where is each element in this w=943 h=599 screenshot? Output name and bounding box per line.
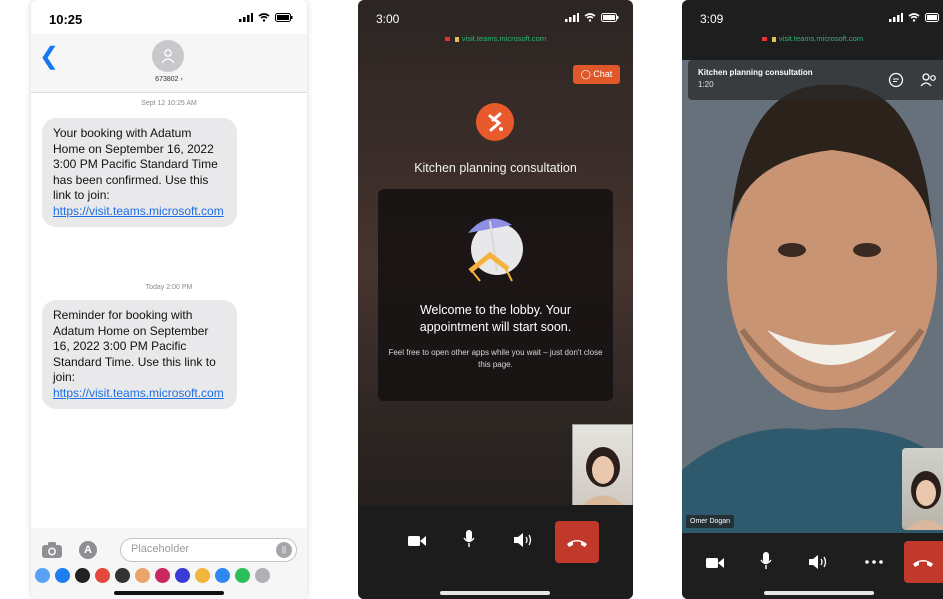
conversation-header: ❮ 673802 › (31, 34, 307, 93)
home-indicator (764, 591, 874, 595)
chat-button-label: Chat (593, 69, 613, 79)
lobby-card: Welcome to the lobby. Your appointment w… (378, 189, 613, 401)
message-link[interactable]: https://visit.teams.microsoft.com (53, 204, 224, 218)
participants-icon[interactable] (920, 72, 938, 88)
lock-icon (454, 36, 459, 42)
browser-url-bar[interactable]: visit.teams.microsoft.com (358, 34, 633, 43)
speaker-icon[interactable] (809, 555, 829, 569)
wifi-icon (584, 13, 596, 22)
status-time: 3:00 (376, 12, 400, 26)
status-icons (565, 13, 619, 22)
hang-up-button[interactable] (555, 521, 599, 563)
more-apps-icon[interactable] (255, 568, 270, 583)
status-bar: 10:25 (31, 0, 307, 34)
back-chevron-icon[interactable]: ❮ (39, 42, 59, 71)
app-store-app-icon[interactable] (55, 568, 70, 583)
recording-icon (444, 37, 450, 42)
photos-app-icon[interactable] (35, 568, 50, 583)
more-options-icon[interactable] (865, 560, 883, 564)
camera-icon[interactable] (41, 541, 63, 559)
app-clip-icon[interactable] (115, 568, 130, 583)
battery-icon (275, 13, 293, 22)
chat-icon[interactable] (888, 72, 904, 88)
url-text: visit.teams.microsoft.com (461, 34, 547, 43)
message-input-placeholder: Placeholder (131, 543, 190, 555)
composer-bar: A Placeholder || (31, 528, 307, 599)
person-icon (161, 49, 175, 64)
self-video-preview[interactable] (572, 424, 633, 507)
call-screen: 3:09 visit.teams.microsoft.com Kitchen p… (682, 0, 943, 599)
self-video-person-image (581, 447, 625, 506)
meeting-title: Kitchen planning consultation (414, 161, 577, 175)
app-drawer (35, 568, 270, 583)
images-app-icon[interactable] (195, 568, 210, 583)
status-time: 3:09 (700, 12, 724, 26)
browser-url-bar[interactable]: visit.teams.microsoft.com (682, 34, 943, 43)
call-controls (358, 505, 633, 599)
meeting-title: Kitchen planning consultation (698, 68, 813, 77)
call-duration: 1:20 (698, 80, 714, 89)
bookings-logo-icon (488, 112, 503, 132)
signal-icon (239, 13, 253, 22)
wifi-icon (908, 13, 920, 22)
message-link[interactable]: https://visit.teams.microsoft.com (53, 386, 224, 400)
activity-app-icon[interactable] (95, 568, 110, 583)
signal-icon (565, 13, 579, 22)
self-video-preview[interactable] (902, 448, 943, 530)
chat-bubble-icon: ◯ (580, 69, 591, 79)
signal-icon (889, 13, 903, 22)
message-text: Reminder for booking with Adatum Home on… (53, 308, 216, 384)
messages-screen: 10:25 ❮ 673802 › Sept 12 10:25 AM Your b… (31, 0, 307, 599)
speaker-icon[interactable] (514, 533, 534, 547)
find-my-app-icon[interactable] (235, 568, 250, 583)
hang-up-button[interactable] (904, 541, 943, 583)
meeting-info-bar: Kitchen planning consultation 1:20 (688, 60, 943, 100)
microphone-icon[interactable] (463, 530, 475, 548)
app-store-icon[interactable]: A (79, 541, 97, 559)
message-timestamp: Sept 12 10:25 AM (141, 100, 197, 107)
digital-touch-app-icon[interactable] (175, 568, 190, 583)
call-controls (682, 533, 943, 599)
contact-name[interactable]: 673802 › (31, 76, 307, 83)
message-input[interactable]: Placeholder || (120, 538, 297, 562)
hang-up-phone-icon (567, 540, 587, 547)
participant-name-label: Omer Dogan (686, 515, 735, 528)
status-bar: 3:00 (358, 0, 633, 34)
home-indicator (114, 591, 224, 595)
recording-icon (761, 37, 767, 42)
lock-icon (771, 36, 776, 42)
message-bubble: Reminder for booking with Adatum Home on… (42, 300, 237, 409)
camera-toggle-icon[interactable] (706, 557, 724, 569)
audio-message-icon[interactable]: || (276, 542, 292, 558)
status-icons (239, 13, 293, 22)
stickers-app-icon[interactable] (155, 568, 170, 583)
lobby-screen: 3:00 visit.teams.microsoft.com ◯ Chat Ki… (358, 0, 633, 599)
status-time: 10:25 (49, 12, 83, 27)
microphone-icon[interactable] (760, 552, 772, 570)
battery-icon (601, 13, 619, 22)
camera-toggle-icon[interactable] (408, 535, 426, 547)
self-video-person-image (906, 471, 943, 530)
music-app-icon[interactable] (215, 568, 230, 583)
lobby-subtext: Feel free to open other apps while you w… (388, 348, 603, 369)
home-indicator (440, 591, 550, 595)
message-timestamp: Today 2:00 PM (145, 284, 193, 291)
beach-chair-illustration-icon (468, 218, 523, 282)
bookings-logo (476, 103, 514, 141)
status-icons (889, 13, 939, 22)
apple-pay-app-icon[interactable] (75, 568, 90, 583)
chat-button[interactable]: ◯ Chat (573, 65, 620, 84)
contact-avatar[interactable] (152, 40, 184, 72)
url-text: visit.teams.microsoft.com (778, 34, 864, 43)
browser-top-bar: 3:09 visit.teams.microsoft.com (682, 0, 943, 60)
memoji-app-icon[interactable] (135, 568, 150, 583)
message-text: Your booking with Adatum Home on Septemb… (53, 126, 218, 202)
hang-up-phone-icon (913, 560, 933, 567)
status-bar: 3:09 (682, 0, 943, 34)
wifi-icon (258, 13, 270, 22)
message-bubble: Your booking with Adatum Home on Septemb… (42, 118, 237, 227)
battery-icon (925, 13, 939, 22)
lobby-welcome-text: Welcome to the lobby. Your appointment w… (419, 303, 572, 334)
